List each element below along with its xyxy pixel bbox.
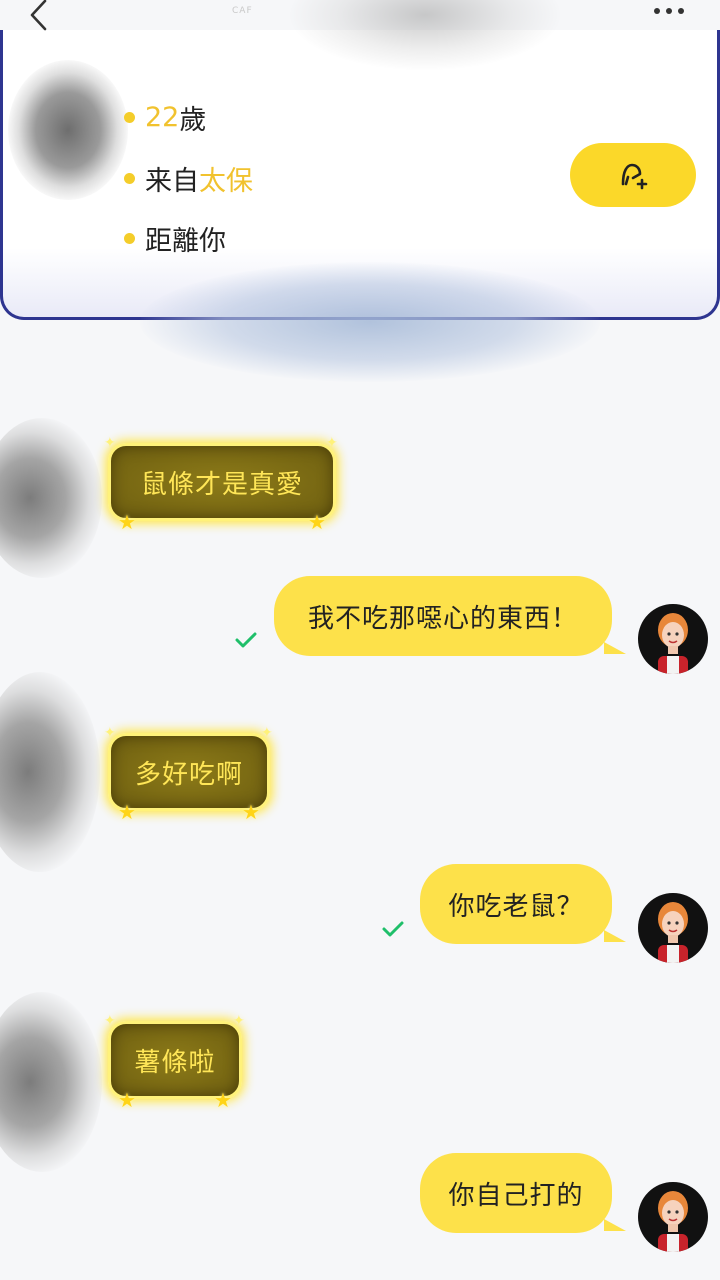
my-avatar[interactable]	[638, 604, 708, 674]
my-avatar[interactable]	[638, 1182, 708, 1252]
message-text: 你自己打的	[448, 1180, 584, 1211]
star-icon: ★	[118, 800, 136, 824]
sparkle-icon: ✦	[261, 725, 273, 741]
star-icon: ★	[118, 1088, 136, 1112]
bubble-tail	[604, 642, 626, 654]
message-text: 鼠條才是真愛	[140, 469, 303, 500]
message-text: 你吃老鼠？	[448, 891, 584, 922]
outgoing-message-bubble[interactable]: 你吃老鼠？	[420, 864, 612, 944]
bullet-dot	[124, 111, 135, 123]
profile-avatar[interactable]	[8, 60, 128, 200]
location-prefix: 来自	[145, 165, 199, 197]
bubble-tail	[604, 1219, 626, 1231]
read-check-icon	[235, 632, 257, 648]
back-icon[interactable]	[22, 0, 56, 34]
sparkle-icon: ✦	[104, 435, 116, 451]
more-icon[interactable]	[651, 3, 687, 19]
bubble-tail	[604, 930, 626, 942]
sparkle-icon: ✦	[104, 1013, 116, 1029]
sender-avatar[interactable]	[0, 672, 100, 872]
bullet-dot	[124, 232, 135, 244]
outgoing-message-bubble[interactable]: 我不吃那噁心的東西！	[274, 576, 612, 656]
star-icon: ★	[242, 800, 260, 824]
incoming-message-bubble[interactable]: 鼠條才是真愛	[108, 443, 336, 521]
blurred-region	[140, 262, 600, 382]
distance-row: 距離你	[124, 218, 226, 258]
sparkle-icon: ✦	[104, 725, 116, 741]
star-icon: ★	[214, 1088, 232, 1112]
message-text: 我不吃那噁心的東西！	[307, 603, 578, 634]
star-icon: ★	[118, 510, 136, 534]
add-friend-icon	[621, 163, 648, 190]
sender-avatar[interactable]	[0, 992, 102, 1172]
location-place: 太保	[199, 165, 253, 197]
sparkle-icon: ✦	[326, 435, 338, 451]
star-icon: ★	[308, 510, 326, 534]
distance-label: 距離你	[145, 225, 226, 257]
add-friend-button[interactable]	[570, 143, 696, 207]
age-value: 22	[145, 101, 180, 133]
read-check-icon	[382, 921, 404, 937]
age-row: 22 歲	[124, 97, 206, 137]
outgoing-message-bubble[interactable]: 你自己打的	[420, 1153, 612, 1233]
message-text: 薯條啦	[134, 1047, 216, 1078]
my-avatar[interactable]	[638, 893, 708, 963]
sparkle-icon: ✦	[233, 1013, 245, 1029]
header-fragment-text: CAF	[232, 6, 253, 16]
sender-avatar[interactable]	[0, 418, 102, 578]
location-row: 来自 太保	[124, 158, 253, 198]
message-text: 多好吃啊	[134, 759, 243, 790]
age-unit: 歲	[179, 104, 207, 136]
bullet-dot	[124, 172, 135, 184]
